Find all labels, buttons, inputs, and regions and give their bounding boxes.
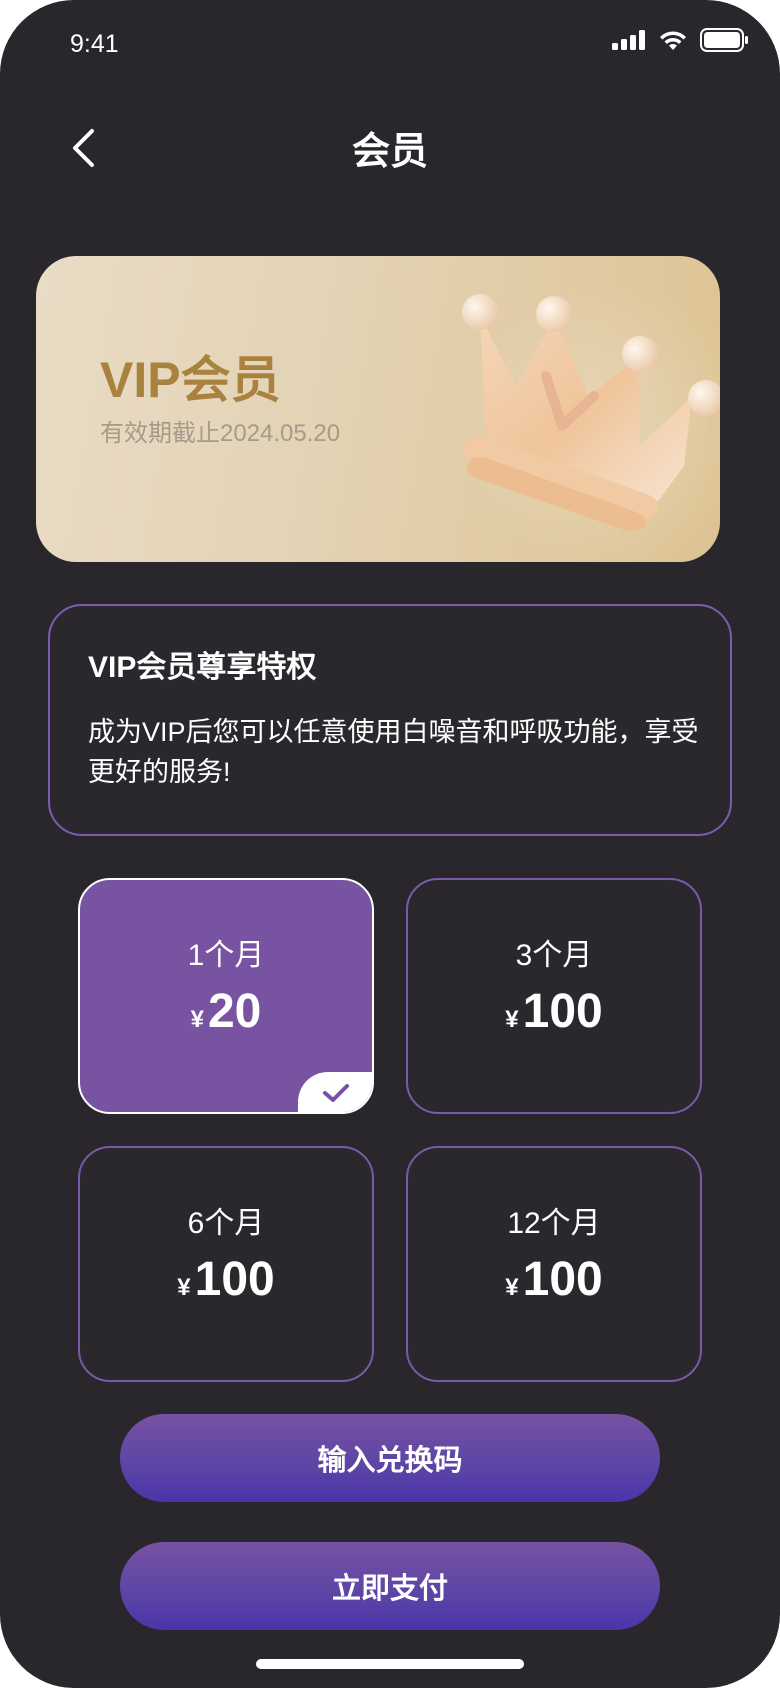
privileges-card: VIP会员尊享特权 成为VIP后您可以任意使用白噪音和呼吸功能，享受更好的服务! xyxy=(48,604,732,836)
plan-price: ¥100 xyxy=(80,1252,372,1307)
price-amount: 20 xyxy=(207,985,262,1038)
plan-price: ¥100 xyxy=(408,1252,700,1307)
pay-now-button[interactable]: 立即支付 xyxy=(120,1542,660,1630)
plan-option-12-months[interactable]: 12个月 ¥100 xyxy=(406,1146,702,1382)
price-amount: 100 xyxy=(522,1253,603,1306)
currency-symbol: ¥ xyxy=(190,1006,204,1033)
currency-symbol: ¥ xyxy=(177,1274,191,1301)
vip-title: VIP会员 xyxy=(100,352,281,408)
privileges-title: VIP会员尊享特权 xyxy=(88,651,317,684)
status-icons xyxy=(612,28,748,52)
plan-period: 3个月 xyxy=(515,939,593,972)
checkmark-icon xyxy=(323,1084,349,1102)
redeem-code-button[interactable]: 输入兑换码 xyxy=(120,1414,660,1502)
crown-icon xyxy=(462,294,720,531)
price-amount: 100 xyxy=(522,985,603,1038)
vip-card: VIP会员 有效期截止2024.05.20 xyxy=(36,256,720,562)
privileges-description: 成为VIP后您可以任意使用白噪音和呼吸功能，享受更好的服务! xyxy=(88,717,699,787)
plan-option-3-months[interactable]: 3个月 ¥100 xyxy=(406,878,702,1114)
phone-screen: 9:41 会员 VIP会员 有效期截止2024.05.20 VIP会员尊享特权 … xyxy=(0,0,780,1688)
status-time: 9:41 xyxy=(70,30,119,58)
vip-expiry: 有效期截止2024.05.20 xyxy=(100,420,341,447)
selected-badge xyxy=(298,1072,372,1112)
currency-symbol: ¥ xyxy=(505,1006,519,1033)
wifi-icon xyxy=(660,31,686,50)
battery-icon xyxy=(700,28,748,52)
plan-price: ¥20 xyxy=(80,984,372,1039)
page-title: 会员 xyxy=(351,131,428,173)
signal-icon xyxy=(612,30,645,50)
plan-option-1-month[interactable]: 1个月 ¥20 xyxy=(78,878,374,1114)
plan-period: 6个月 xyxy=(187,1207,265,1240)
home-indicator xyxy=(256,1659,524,1669)
currency-symbol: ¥ xyxy=(505,1274,519,1301)
plan-price: ¥100 xyxy=(408,984,700,1039)
plan-option-6-months[interactable]: 6个月 ¥100 xyxy=(78,1146,374,1382)
price-amount: 100 xyxy=(194,1253,275,1306)
plan-period: 12个月 xyxy=(507,1207,601,1240)
plan-period: 1个月 xyxy=(187,939,265,972)
